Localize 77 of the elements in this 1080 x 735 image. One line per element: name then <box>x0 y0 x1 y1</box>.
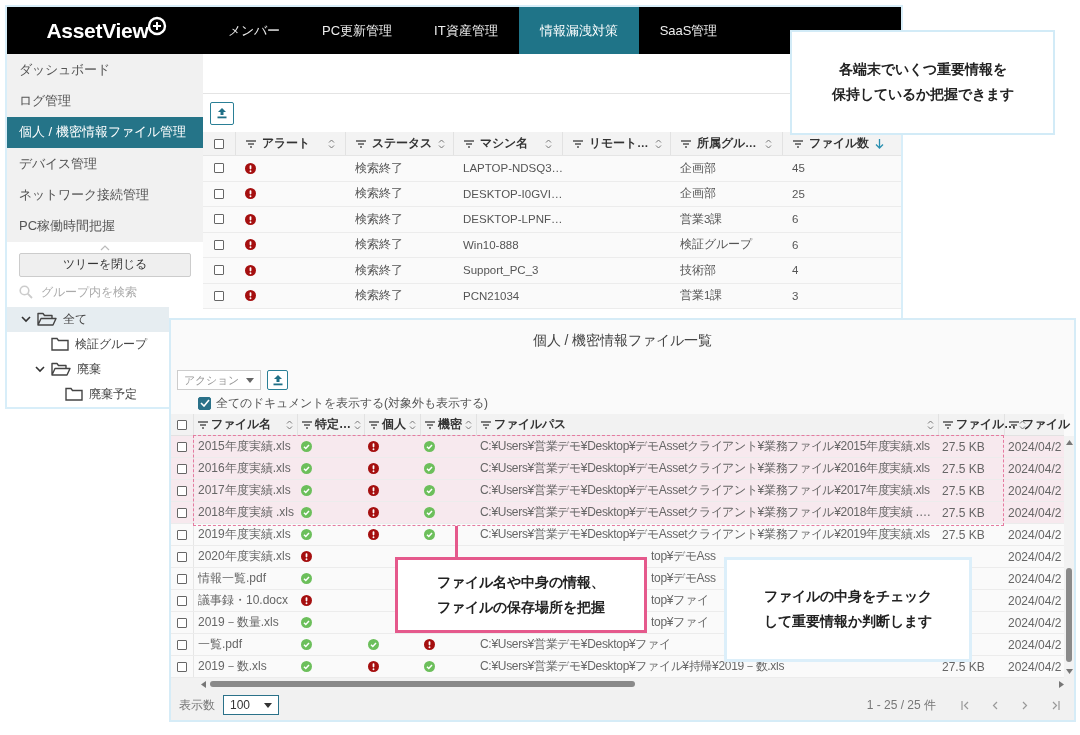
callout-text: ファイルの保存場所を把握 <box>437 598 605 617</box>
file-name: 2015年度実績.xls <box>198 438 291 455</box>
table-cell-text: 検索終了 <box>354 160 404 176</box>
table-cell-text: 3 <box>791 288 800 304</box>
table-cell-text: 検索終了 <box>354 237 404 253</box>
file-name: 情報一覧.pdf <box>198 570 266 587</box>
file-path: top¥デモAss <box>651 570 716 587</box>
callout-text: ファイル名や中身の情報、 <box>437 573 605 592</box>
callout-text: 保持しているか把握できます <box>831 86 1014 104</box>
file-date: 2024/04/2 <box>1008 571 1062 586</box>
file-path: C:¥Users¥営業デモ¥Desktop¥デモAssetクライアント¥業務ファイル¥2019年度実績.xls <box>480 526 930 543</box>
file-path: top¥ファイ <box>651 592 709 609</box>
file-name: 議事録・10.docx <box>198 592 289 609</box>
file-size: 27.5 KB <box>942 439 985 454</box>
table-cell-text: DESKTOP-I0GVI… <box>462 186 562 202</box>
file-size: 27.5 KB <box>942 483 985 498</box>
logo-text: AssetView <box>46 18 149 43</box>
file-date: 2024/04/2 <box>1008 461 1062 476</box>
table-cell-text: 検証グループ <box>679 237 754 253</box>
table-cell-text: 企画部 <box>679 160 717 176</box>
table-cell-text: LAPTOP-NDSQ3… <box>462 161 562 177</box>
file-date: 2024/04/2 <box>1008 593 1062 608</box>
file-path: top¥デモAss <box>651 548 716 565</box>
file-date: 2024/04/2 <box>1008 505 1062 520</box>
page-range: 1 - 25 / 25 件 <box>866 696 936 714</box>
file-date: 2024/04/2 <box>1008 615 1062 630</box>
table-cell-text: PCN21034 <box>462 288 521 304</box>
file-name: 2019－数量.xls <box>198 614 279 631</box>
panel-title: 個人 / 機密情報ファイル一覧 <box>532 332 713 350</box>
table-cell-text: 検索終了 <box>354 211 404 227</box>
tree-label: 検証グループ <box>75 335 147 353</box>
file-size: 27.5 KB <box>942 505 985 520</box>
table-cell-text: 検索終了 <box>354 262 404 278</box>
table-cell-text: DESKTOP-LPNF… <box>462 212 562 228</box>
tree-label: 廃棄 <box>77 360 101 378</box>
file-date: 2024/04/2 <box>1008 659 1062 674</box>
file-name: 2020年度実績.xls <box>198 548 291 565</box>
table-cell-text: 4 <box>791 263 800 279</box>
table-cell-text: 45 <box>791 161 806 177</box>
table-cell-text: 営業3課 <box>679 211 724 227</box>
tree-label: 廃棄予定 <box>89 385 137 403</box>
file-path: C:¥Users¥営業デモ¥Desktop¥ファイ <box>480 636 671 653</box>
file-size: 27.5 KB <box>942 461 985 476</box>
table-cell-text: 企画部 <box>679 186 717 202</box>
table-cell-text: Support_PC_3 <box>462 263 540 279</box>
file-path: C:¥Users¥営業デモ¥Desktop¥デモAssetクライアント¥業務ファイル¥2015年度実績.xls <box>480 438 930 455</box>
callout-text: 各端末でいくつ重要情報を <box>838 61 1007 79</box>
file-size: 27.5 KB <box>942 527 985 542</box>
file-name: 2016年度実績.xls <box>198 460 291 477</box>
table-cell-text: 技術部 <box>679 262 717 278</box>
tree-label: 全て <box>63 310 87 328</box>
callout-text: ファイルの中身をチェック <box>764 588 932 606</box>
file-size: 27.5 KB <box>942 659 985 674</box>
table-cell-text: 営業1課 <box>679 288 724 304</box>
file-path: C:¥Users¥営業デモ¥Desktop¥デモAssetクライアント¥業務ファイル¥2018年度実績 .… <box>480 504 931 521</box>
file-date: 2024/04/2 <box>1008 637 1062 652</box>
table-cell-text: 検索終了 <box>354 288 404 304</box>
table-cell-text: Win10-888 <box>462 237 520 253</box>
file-path: C:¥Users¥営業デモ¥Desktop¥デモAssetクライアント¥業務ファイル¥2016年度実績.xls <box>480 460 930 477</box>
file-date: 2024/04/2 <box>1008 527 1062 542</box>
file-name: 2019－数.xls <box>198 658 267 675</box>
table-cell-text: 6 <box>791 237 800 253</box>
file-date: 2024/04/2 <box>1008 439 1062 454</box>
checkbox-label: 全てのドキュメントを表示する(対象外も表示する) <box>216 394 488 412</box>
table-cell-text: 25 <box>791 186 806 202</box>
file-date: 2024/04/2 <box>1008 549 1062 564</box>
file-name: 2019年度実績.xls <box>198 526 291 543</box>
callout-text: して重要情報か判断します <box>764 613 932 631</box>
table-cell-text: 検索終了 <box>354 186 404 202</box>
page-size-label: 表示数 <box>179 696 215 714</box>
file-name: 一覧.pdf <box>198 636 242 653</box>
file-path: C:¥Users¥営業デモ¥Desktop¥デモAssetクライアント¥業務ファイル¥2017年度実績.xls <box>480 482 930 499</box>
table-cell-text: 6 <box>791 212 800 228</box>
file-path: top¥ファイ <box>651 614 709 631</box>
file-name: 2017年度実績.xls <box>198 482 291 499</box>
file-date: 2024/04/2 <box>1008 483 1062 498</box>
file-name: 2018年度実績 .xls <box>198 504 295 521</box>
